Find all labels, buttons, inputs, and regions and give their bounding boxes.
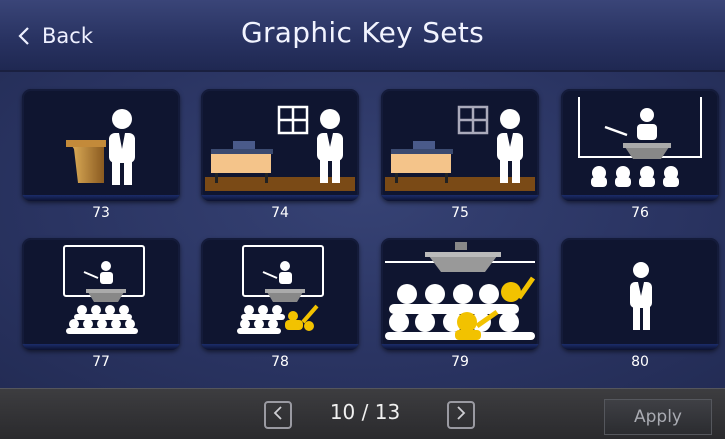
screen-lecture-audience-icon bbox=[63, 245, 145, 334]
chevron-right-icon bbox=[456, 405, 466, 425]
standing-person-icon bbox=[630, 262, 652, 330]
tile-label: 76 bbox=[631, 205, 649, 221]
apply-button[interactable]: Apply bbox=[604, 399, 712, 435]
graphic-key-tile-79[interactable]: 79 bbox=[381, 238, 539, 370]
screen-lecture-raised-hand-icon bbox=[237, 245, 324, 334]
tile-thumbnail bbox=[201, 238, 359, 350]
graphic-key-tile-77[interactable]: 77 bbox=[22, 238, 180, 370]
tile-label: 73 bbox=[92, 205, 110, 221]
tile-thumbnail bbox=[381, 238, 539, 350]
next-page-button[interactable] bbox=[447, 401, 475, 429]
footer-bar: 10 / 13 Apply bbox=[0, 388, 725, 439]
tile-label: 79 bbox=[451, 354, 469, 370]
lecturer-audience-icon bbox=[578, 97, 702, 187]
chevron-left-icon bbox=[273, 405, 283, 425]
header-bar: Back Graphic Key Sets bbox=[0, 0, 725, 72]
tile-label: 78 bbox=[271, 354, 289, 370]
page-indicator: 10 / 13 bbox=[329, 400, 401, 424]
tile-thumbnail bbox=[381, 89, 539, 201]
graphic-key-tile-80[interactable]: 80 bbox=[561, 238, 719, 370]
graphic-key-tile-78[interactable]: 78 bbox=[201, 238, 359, 370]
tile-thumbnail bbox=[561, 238, 719, 350]
tile-label: 80 bbox=[631, 354, 649, 370]
presenter-desk-window-icon bbox=[205, 105, 355, 191]
tile-thumbnail bbox=[561, 89, 719, 201]
audience-raised-hands-icon bbox=[385, 242, 535, 340]
tile-thumbnail bbox=[22, 238, 180, 350]
presenter-podium-icon bbox=[66, 109, 135, 185]
page-title: Graphic Key Sets bbox=[241, 16, 484, 49]
tile-thumbnail bbox=[22, 89, 180, 201]
tile-label: 74 bbox=[271, 205, 289, 221]
graphic-key-tile-73[interactable]: 73 bbox=[22, 89, 180, 221]
presenter-desk-window-icon bbox=[385, 105, 535, 191]
tile-thumbnail bbox=[201, 89, 359, 201]
graphic-key-tile-75[interactable]: 75 bbox=[381, 89, 539, 221]
tile-label: 77 bbox=[92, 354, 110, 370]
graphic-key-tile-76[interactable]: 76 bbox=[561, 89, 719, 221]
graphic-key-tile-74[interactable]: 74 bbox=[201, 89, 359, 221]
tile-label: 75 bbox=[451, 205, 469, 221]
previous-page-button[interactable] bbox=[264, 401, 292, 429]
graphic-key-grid: 73 74 75 76 77 78 79 80 bbox=[0, 72, 725, 388]
